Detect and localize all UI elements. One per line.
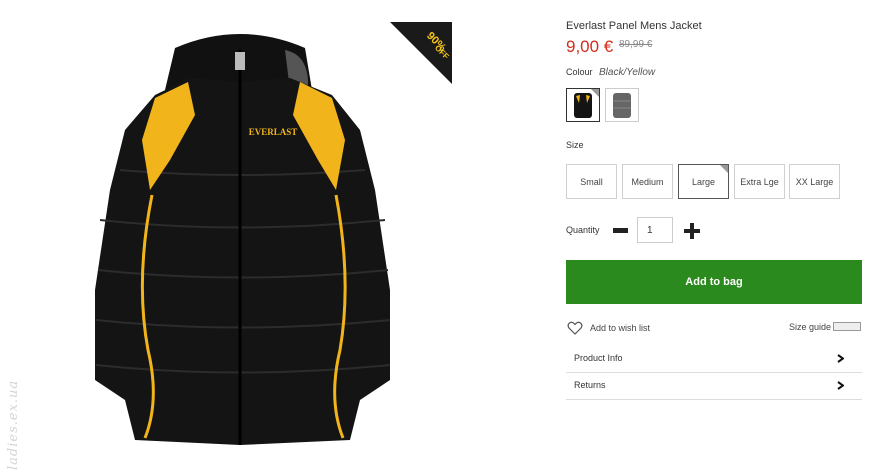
product-price: 9,00 € bbox=[566, 37, 614, 56]
size-option-extra-lge[interactable]: Extra Lge bbox=[734, 164, 785, 199]
swatch-black-yellow[interactable] bbox=[566, 88, 600, 122]
ruler-icon[interactable] bbox=[833, 322, 861, 331]
size-guide-link[interactable]: Size guide bbox=[789, 322, 831, 332]
quantity-decrease-button[interactable] bbox=[613, 228, 628, 233]
chevron-right-icon bbox=[837, 354, 844, 363]
swatch-grey[interactable] bbox=[605, 88, 639, 122]
add-to-wishlist-link[interactable]: Add to wish list bbox=[590, 323, 650, 333]
product-image: EVERLAST bbox=[95, 34, 391, 445]
size-label: Size bbox=[566, 140, 584, 150]
size-option-medium[interactable]: Medium bbox=[622, 164, 673, 199]
discount-badge: 90% OFF bbox=[390, 22, 452, 84]
size-option-label: Large bbox=[691, 176, 716, 187]
accordion-product-info[interactable]: Product Info bbox=[566, 346, 862, 373]
size-option-xx-large[interactable]: XX Large bbox=[789, 164, 840, 199]
brand-logo-text: EVERLAST bbox=[249, 127, 298, 137]
chevron-right-icon bbox=[837, 381, 844, 390]
heart-icon[interactable] bbox=[567, 321, 583, 335]
colour-value: Black/Yellow bbox=[599, 67, 656, 78]
colour-label: Colour bbox=[566, 67, 593, 77]
product-old-price: 89,99 € bbox=[619, 39, 653, 50]
jacket-thumbnail-icon bbox=[613, 93, 631, 118]
accordion-returns[interactable]: Returns bbox=[566, 373, 862, 400]
size-option-small[interactable]: Small bbox=[566, 164, 617, 199]
quantity-increase-button[interactable] bbox=[684, 223, 700, 239]
quantity-label: Quantity bbox=[566, 225, 600, 235]
size-option-large[interactable]: Large bbox=[678, 164, 729, 199]
watermark: ladies.ex.ua bbox=[6, 379, 21, 470]
product-title: Everlast Panel Mens Jacket bbox=[566, 20, 702, 32]
quantity-input[interactable] bbox=[637, 217, 673, 243]
accordion-label: Product Info bbox=[574, 353, 623, 363]
accordion-label: Returns bbox=[574, 380, 606, 390]
add-to-bag-button[interactable]: Add to bag bbox=[566, 260, 862, 304]
